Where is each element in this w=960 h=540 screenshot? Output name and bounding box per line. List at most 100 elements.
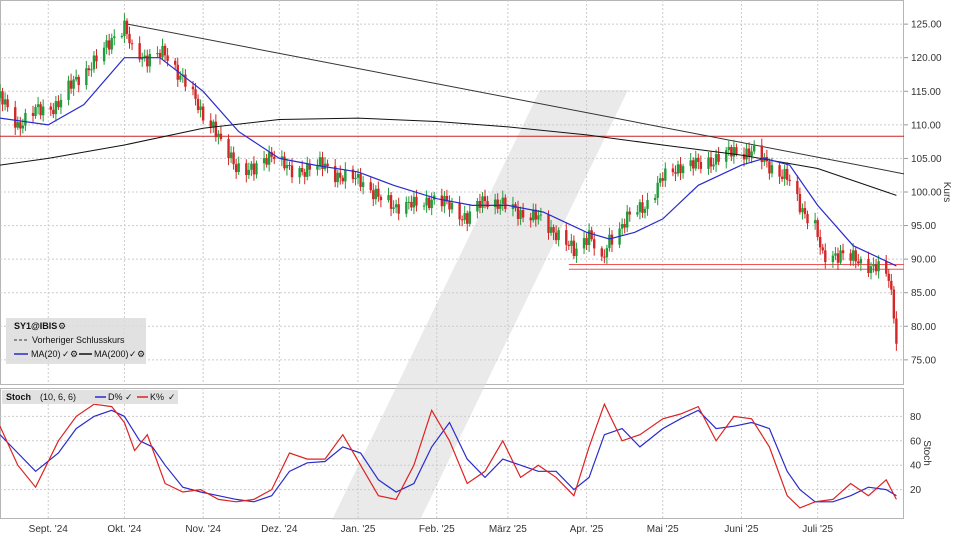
stoch-legend-k-check-icon[interactable]: ✓ [168, 392, 176, 402]
candle-up [834, 253, 837, 256]
stoch-legend-params: (10, 6, 6) [40, 392, 76, 402]
candle-down [521, 210, 525, 218]
legend-ma200-settings-icon[interactable]: ⚙ [137, 349, 145, 359]
candle-up [626, 211, 629, 228]
candle-up [450, 202, 454, 210]
candle-down [593, 239, 596, 249]
candle-up [732, 147, 736, 157]
candle-up [575, 248, 578, 257]
candle-down [824, 250, 827, 263]
candle-down [201, 106, 205, 121]
candle-down [6, 99, 9, 108]
candle-up [643, 208, 647, 213]
candle-down [214, 121, 218, 138]
candle-down [163, 45, 167, 56]
candle-up [262, 158, 266, 164]
candle-up [156, 53, 159, 55]
candle-up [34, 107, 37, 117]
candle-up [608, 234, 611, 249]
stoch-axis-title: Stoch [921, 440, 932, 466]
x-tick-label: Dez. '24 [261, 524, 298, 535]
candle-up [237, 163, 240, 173]
candle-up [354, 177, 357, 180]
candle-down [628, 211, 631, 215]
price-tick-label: 125.00 [911, 20, 942, 31]
candle-down [768, 161, 771, 174]
candle-down [69, 80, 73, 89]
legend-ma20-label: MA(20) [31, 349, 61, 359]
candle-down [892, 289, 896, 319]
legend-prev-close-label: Vorheriger Schlusskurs [32, 335, 125, 345]
candle-down [232, 152, 235, 165]
x-tick-label: Feb. '25 [419, 524, 455, 535]
candle-up [707, 157, 710, 169]
price-tick-label: 75.00 [911, 355, 936, 366]
candle-up [161, 45, 164, 58]
candle-up [285, 165, 289, 169]
legend-ma200-label: MA(200) [94, 349, 129, 359]
candle-up [877, 261, 880, 272]
candle-down [803, 208, 807, 215]
candle-down [14, 107, 17, 128]
legend-title-settings-icon[interactable]: ⚙ [58, 321, 66, 331]
price-tick-label: 90.00 [911, 255, 936, 266]
candle-up [869, 266, 873, 274]
candle-up [298, 168, 301, 178]
candle-down [890, 280, 893, 290]
candle-down [288, 165, 291, 167]
candle-up [110, 37, 113, 50]
candle-up [217, 133, 220, 138]
candle-down [219, 133, 223, 140]
candle-up [745, 148, 748, 160]
candle-up [148, 54, 152, 67]
price-y-axis: 75.00 80.00 85.00 90.00 95.00 100.00 105.00 110… [904, 20, 942, 366]
candle-up [16, 122, 19, 128]
candle-down [107, 40, 111, 50]
candle-up [689, 160, 692, 167]
candle-up [570, 240, 573, 246]
legend-ma20-settings-icon[interactable]: ⚙ [70, 349, 78, 359]
candle-down [504, 197, 507, 209]
price-tick-label: 95.00 [911, 221, 936, 232]
candle-up [476, 201, 479, 212]
candle-down [209, 120, 212, 127]
candle-up [463, 213, 466, 220]
candle-up [605, 248, 609, 258]
legend-ma200-check-icon[interactable]: ✓ [129, 349, 137, 359]
legend-ma20-check-icon[interactable]: ✓ [62, 349, 70, 359]
candle-down [603, 256, 606, 258]
candle-up [394, 204, 398, 208]
candle-down [610, 234, 614, 245]
candle-down [849, 253, 852, 261]
candle-up [72, 79, 75, 89]
candle-up [74, 76, 78, 80]
price-axis-title: Kurs [941, 182, 952, 203]
candle-down [529, 217, 532, 221]
candle-up [468, 211, 471, 224]
candle-down [369, 182, 372, 191]
x-tick-label: Juni '25 [724, 524, 759, 535]
candle-down [440, 195, 444, 207]
candle-down [854, 250, 857, 262]
candle-up [407, 201, 411, 203]
candle-up [770, 165, 774, 174]
x-tick-label: Sept. '24 [29, 524, 69, 535]
candle-down [496, 199, 499, 209]
candle-down [785, 168, 789, 180]
candle-up [356, 173, 360, 178]
candle-up [813, 220, 817, 224]
candle-up [59, 99, 63, 108]
candle-up [123, 20, 126, 37]
candle-down [641, 202, 644, 213]
candle-up [102, 47, 106, 62]
candle-down [798, 193, 802, 213]
candle-up [120, 36, 124, 38]
candle-down [379, 196, 383, 201]
candle-down [674, 172, 677, 174]
candle-up [255, 163, 258, 175]
candle-up [443, 195, 446, 207]
stoch-y-axis: 20 40 60 80 [910, 412, 922, 496]
candle-up [831, 255, 835, 263]
candle-down [857, 261, 860, 264]
stoch-legend-d-check-icon[interactable]: ✓ [125, 392, 133, 402]
